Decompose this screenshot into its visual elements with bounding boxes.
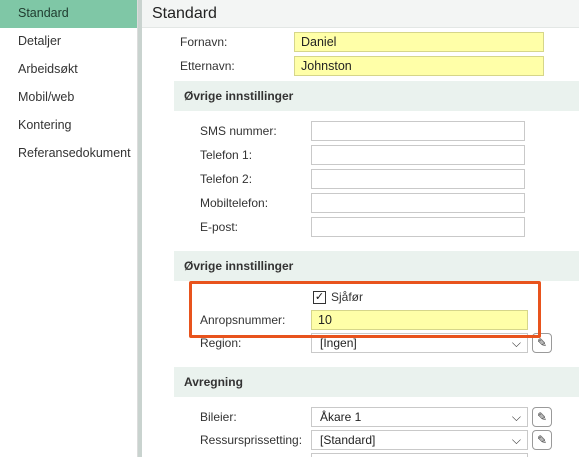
resource-pricing-select[interactable]: [Standard] ⌵	[311, 430, 528, 450]
region-value: [Ingen]	[320, 336, 357, 350]
mobile-field[interactable]	[311, 193, 525, 213]
pencil-icon: ✎	[536, 410, 548, 424]
owner-value: Åkare 1	[320, 410, 362, 424]
mobile-label: Mobiltelefon:	[200, 196, 269, 210]
phone2-label: Telefon 2:	[200, 172, 253, 186]
phone2-field[interactable]	[311, 169, 525, 189]
owner-edit-button[interactable]: ✎	[532, 407, 552, 427]
main-panel: Standard Fornavn: Daniel Etternavn: John…	[142, 0, 579, 457]
first-name-field[interactable]: Daniel	[294, 32, 544, 52]
resource-pricing-edit-button[interactable]: ✎	[532, 430, 552, 450]
pencil-icon: ✎	[536, 433, 548, 447]
sms-field[interactable]	[311, 121, 525, 141]
chevron-down-icon: ⌵	[511, 410, 521, 424]
section-header-billing: Avregning	[174, 367, 579, 397]
phone1-label: Telefon 1:	[200, 148, 253, 162]
sidebar-item-mobil-web[interactable]: Mobil/web	[0, 84, 137, 112]
section-header-other-settings-2: Øvrige innstillinger	[174, 251, 579, 281]
sidebar-item-standard[interactable]: Standard	[0, 0, 137, 28]
owner-label: Bileier:	[200, 410, 237, 424]
sidebar: Standard Detaljer Arbeidsøkt Mobil/web K…	[0, 0, 138, 457]
sms-label: SMS nummer:	[200, 124, 277, 138]
highlight-annotation	[189, 281, 541, 338]
sidebar-item-kontering[interactable]: Kontering	[0, 112, 137, 140]
section-header-other-settings: Øvrige innstillinger	[174, 81, 579, 111]
sidebar-item-arbeidsokt[interactable]: Arbeidsøkt	[0, 56, 137, 84]
sidebar-item-detaljer[interactable]: Detaljer	[0, 28, 137, 56]
email-field[interactable]	[311, 217, 525, 237]
resource-pricing-value: [Standard]	[320, 433, 376, 447]
last-name-label: Etternavn:	[180, 59, 235, 73]
resource-pricing-label: Ressursprissetting:	[200, 433, 303, 447]
next-field-partial[interactable]	[311, 453, 528, 457]
first-name-label: Fornavn:	[180, 35, 228, 49]
page-title: Standard	[142, 0, 579, 28]
email-label: E-post:	[200, 220, 239, 234]
phone1-field[interactable]	[311, 145, 525, 165]
owner-select[interactable]: Åkare 1 ⌵	[311, 407, 528, 427]
pencil-icon: ✎	[536, 336, 548, 350]
chevron-down-icon: ⌵	[511, 433, 521, 447]
last-name-field[interactable]: Johnston	[294, 56, 544, 76]
sidebar-item-referansedokument[interactable]: Referansedokument	[0, 140, 137, 168]
